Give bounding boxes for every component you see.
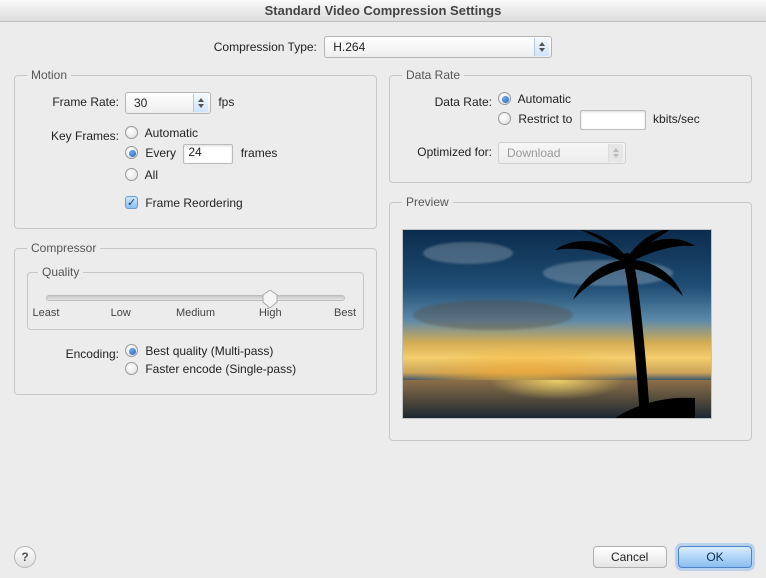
frame-reordering-checkbox[interactable] — [125, 196, 138, 209]
key-frames-all-radio[interactable] — [125, 168, 138, 181]
frame-rate-value: 30 — [134, 96, 147, 110]
compressor-legend: Compressor — [27, 241, 100, 255]
quality-tick-medium: Medium — [176, 307, 215, 319]
compressor-group: Compressor Quality Least Low Medium — [14, 241, 377, 395]
key-frames-automatic-label: Automatic — [145, 126, 198, 140]
encoding-label: Encoding: — [27, 344, 125, 361]
key-frames-interval-unit: frames — [241, 146, 278, 160]
data-rate-legend: Data Rate — [402, 68, 464, 82]
motion-group: Motion Frame Rate: 30 fps Key Frames: — [14, 68, 377, 229]
optimized-for-select: Download — [498, 142, 626, 164]
quality-slider[interactable] — [46, 295, 345, 301]
data-rate-automatic-label: Automatic — [518, 92, 571, 106]
encoding-best-label: Best quality (Multi-pass) — [145, 344, 273, 358]
quality-tick-low: Low — [111, 307, 131, 319]
optimized-for-value: Download — [507, 146, 560, 160]
key-frames-automatic-radio[interactable] — [125, 126, 138, 139]
data-rate-restrict-unit: kbits/sec — [653, 112, 700, 126]
data-rate-label: Data Rate: — [402, 92, 498, 109]
preview-legend: Preview — [402, 195, 453, 209]
data-rate-group: Data Rate Data Rate: Automatic Restrict … — [389, 68, 752, 183]
quality-group: Quality Least Low Medium High Bes — [27, 265, 364, 330]
compression-type-value: H.264 — [333, 40, 365, 54]
preview-group: Preview — [389, 195, 752, 441]
optimized-for-label: Optimized for: — [402, 142, 498, 159]
compression-type-select[interactable]: H.264 — [324, 36, 552, 58]
frame-reordering-label: Frame Reordering — [145, 196, 242, 210]
data-rate-restrict-radio[interactable] — [498, 112, 511, 125]
quality-tick-best: Best — [334, 307, 356, 319]
compression-row: Compression Type: H.264 — [14, 36, 752, 58]
data-rate-restrict-label: Restrict to — [518, 112, 572, 126]
preview-image — [402, 229, 712, 419]
frame-rate-unit: fps — [218, 95, 234, 109]
window-title: Standard Video Compression Settings — [0, 0, 766, 22]
quality-ticks: Least Low Medium High Best — [46, 307, 345, 325]
quality-legend: Quality — [38, 265, 83, 279]
key-frames-all-label: All — [145, 168, 158, 182]
encoding-best-radio[interactable] — [125, 344, 138, 357]
key-frames-every-radio[interactable] — [125, 146, 138, 159]
chevron-updown-icon — [608, 144, 623, 162]
frame-rate-select[interactable]: 30 — [125, 92, 211, 114]
key-frames-interval-input[interactable]: 24 — [183, 144, 233, 164]
encoding-faster-label: Faster encode (Single-pass) — [145, 362, 296, 376]
palm-tree-icon — [555, 229, 695, 418]
quality-tick-least: Least — [33, 307, 60, 319]
compression-type-label: Compression Type: — [214, 40, 321, 54]
frame-rate-label: Frame Rate: — [27, 92, 125, 109]
chevron-updown-icon — [534, 38, 549, 56]
quality-slider-thumb[interactable] — [262, 290, 278, 308]
key-frames-label: Key Frames: — [27, 126, 125, 143]
ok-button[interactable]: OK — [678, 546, 752, 568]
encoding-faster-radio[interactable] — [125, 362, 138, 375]
key-frames-every-label: Every — [145, 146, 176, 160]
chevron-updown-icon — [193, 94, 208, 112]
data-rate-restrict-input[interactable] — [580, 110, 646, 130]
cancel-button[interactable]: Cancel — [593, 546, 667, 568]
help-button[interactable]: ? — [14, 546, 36, 568]
data-rate-automatic-radio[interactable] — [498, 92, 511, 105]
quality-tick-high: High — [259, 307, 282, 319]
motion-legend: Motion — [27, 68, 71, 82]
